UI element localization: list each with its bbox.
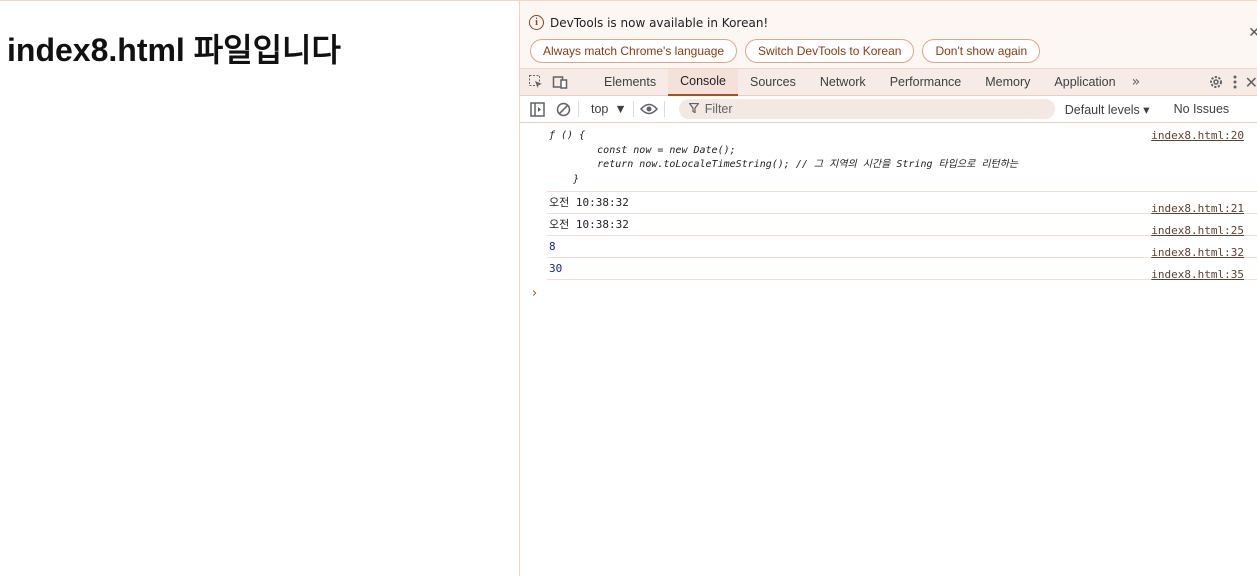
console-message: 8 index8.html:32: [547, 236, 1257, 259]
filter-input[interactable]: Filter: [678, 99, 1055, 119]
switch-to-korean-button[interactable]: Switch DevTools to Korean: [745, 39, 915, 63]
more-tabs-icon[interactable]: »: [1132, 74, 1141, 90]
language-infobar: i DevTools is now available in Korean! A…: [520, 1, 1257, 69]
page-heading: index8.html 파일입니다: [7, 32, 341, 68]
info-icon: i: [529, 15, 544, 30]
console-message: 오전 10:38:32 index8.html:25: [547, 214, 1257, 237]
message-text: 오전 10:38:32: [549, 218, 629, 232]
clear-console-icon[interactable]: [554, 100, 572, 118]
tab-sources[interactable]: Sources: [738, 69, 808, 96]
panel-tabs: Elements Console Sources Network Perform…: [592, 68, 1128, 96]
tab-memory[interactable]: Memory: [973, 69, 1042, 96]
source-link[interactable]: index8.html:20: [1151, 129, 1244, 142]
page-viewport: index8.html 파일입니다: [0, 0, 519, 576]
context-selector[interactable]: top ▼: [591, 102, 627, 116]
live-expression-eye-icon[interactable]: [639, 100, 658, 118]
toolbar-divider: [632, 101, 634, 117]
infobar-message-row: i DevTools is now available in Korean!: [529, 15, 768, 30]
tab-console[interactable]: Console: [668, 68, 738, 96]
toolbar-divider: [578, 101, 579, 117]
close-icon[interactable]: ✕: [1248, 25, 1257, 41]
context-label: top: [591, 102, 609, 116]
code-line: const now = new Date();: [549, 144, 736, 156]
tab-application[interactable]: Application: [1042, 69, 1127, 96]
message-number: 30: [549, 262, 563, 276]
console-toolbar: top ▼ Filter Default levels ▾ No Issues: [520, 96, 1257, 123]
log-levels-dropdown[interactable]: Default levels ▾: [1065, 102, 1150, 117]
settings-gear-icon[interactable]: [1208, 73, 1224, 91]
inspect-element-icon[interactable]: [528, 73, 544, 91]
code-line: }: [549, 173, 580, 185]
infobar-buttons: Always match Chrome's language Switch De…: [530, 39, 1041, 63]
tab-performance[interactable]: Performance: [878, 69, 974, 96]
more-options-icon[interactable]: [1232, 73, 1238, 91]
console-output: ƒ () { const now = new Date(); return no…: [520, 123, 1257, 301]
dont-show-again-button[interactable]: Don't show again: [922, 39, 1041, 63]
code-line: return now.toLocaleTimeString(); // 그 지역…: [549, 159, 1019, 171]
infobar-message: DevTools is now available in Korean!: [550, 15, 769, 30]
tab-network[interactable]: Network: [808, 69, 878, 96]
console-message-function: ƒ () { const now = new Date(); return no…: [547, 123, 1257, 193]
message-text: 오전 10:38:32: [549, 196, 629, 210]
filter-placeholder: Filter: [704, 102, 733, 116]
toolbar-divider: [663, 101, 665, 117]
console-message: 30 index8.html:35: [547, 258, 1257, 281]
devtools-panel: i DevTools is now available in Korean! A…: [519, 0, 1257, 576]
match-chrome-language-button[interactable]: Always match Chrome's language: [530, 39, 738, 63]
message-number: 8: [549, 240, 556, 254]
dropdown-arrow-icon: ▾: [1143, 102, 1150, 117]
console-message: 오전 10:38:32 index8.html:21: [547, 192, 1257, 215]
sidebar-toggle-icon[interactable]: [528, 100, 546, 118]
devtools-tabbar: Elements Console Sources Network Perform…: [520, 68, 1257, 96]
filter-funnel-icon: [688, 102, 700, 116]
console-prompt-chevron-icon[interactable]: ›: [532, 286, 1257, 301]
device-toolbar-icon[interactable]: [552, 73, 568, 91]
source-link[interactable]: index8.html:35: [1151, 264, 1244, 286]
tab-elements[interactable]: Elements: [592, 69, 668, 96]
dropdown-arrow-icon: ▼: [614, 102, 627, 116]
log-levels-label: Default levels: [1064, 102, 1140, 117]
issues-counter[interactable]: No Issues: [1174, 102, 1230, 116]
close-devtools-icon[interactable]: ✕: [1245, 73, 1257, 92]
